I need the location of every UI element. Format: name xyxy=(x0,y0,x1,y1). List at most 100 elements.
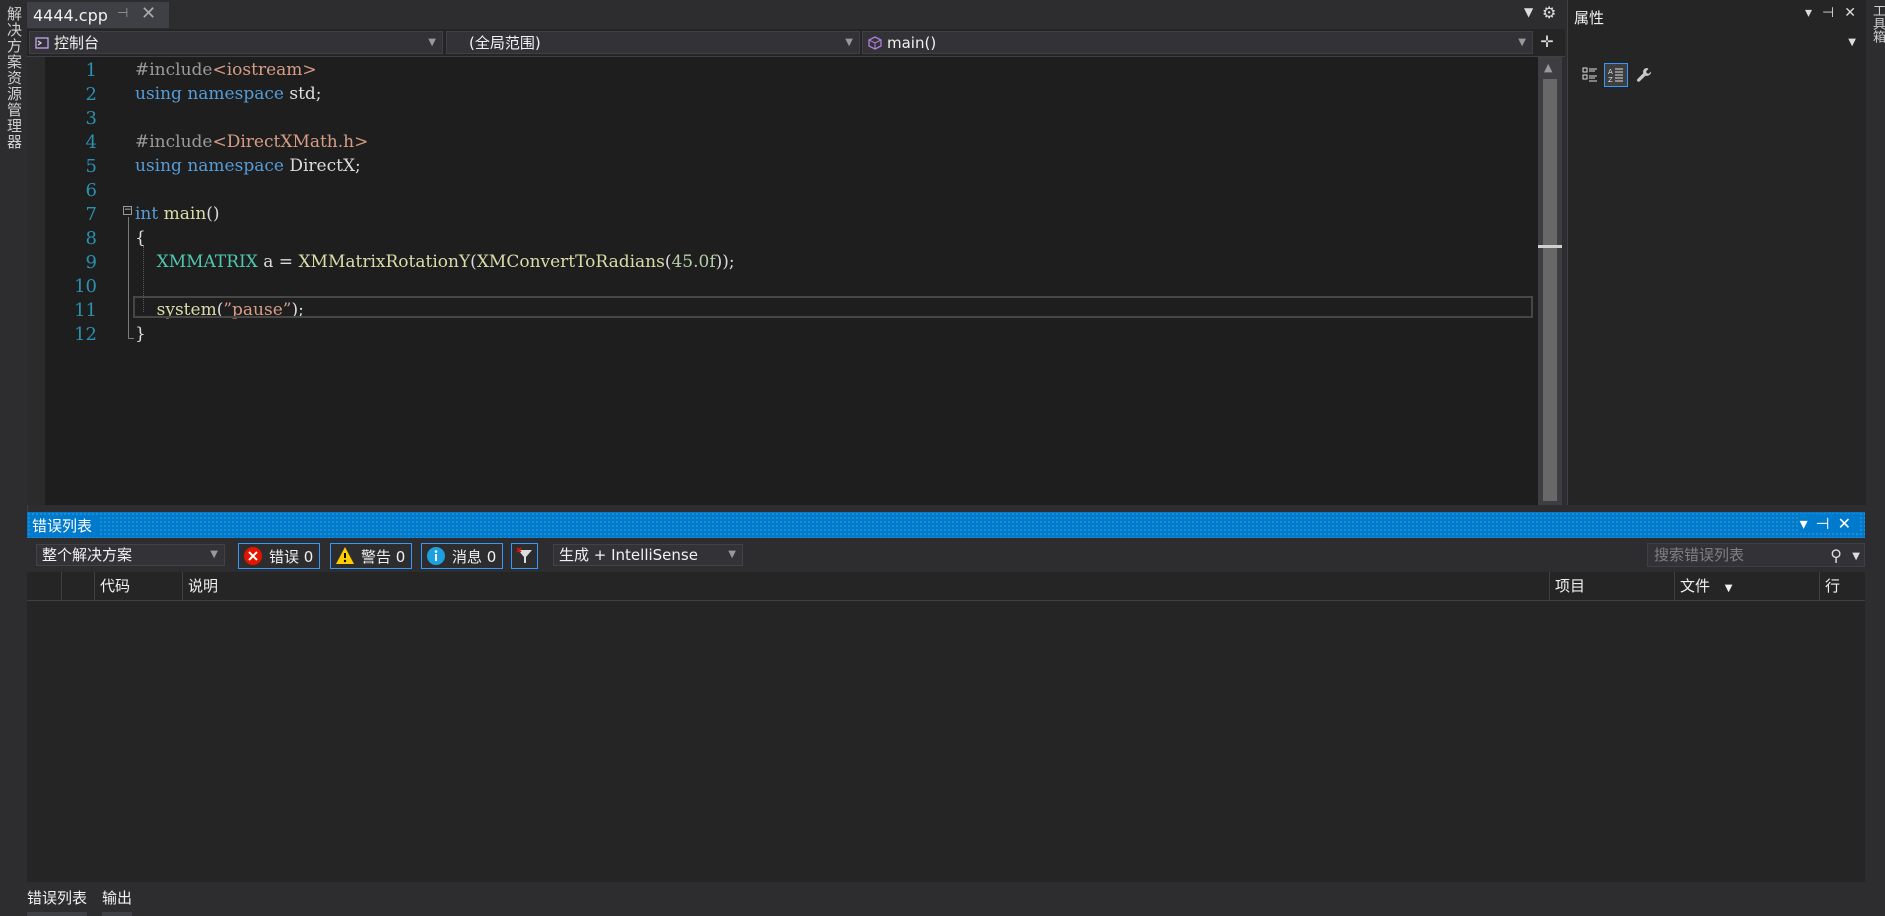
document-tab[interactable]: 4444.cpp ⊣ ✕ xyxy=(27,2,169,28)
line-number: 3 xyxy=(85,108,97,129)
code-token: XMMATRIX xyxy=(156,252,258,272)
error-list-header[interactable]: 错误列表 ▾⊣✕ xyxy=(27,512,1865,538)
code-line[interactable]: using namespace DirectX; xyxy=(135,156,361,176)
filter-icon xyxy=(515,547,532,563)
project-combo[interactable]: 控制台 ▼ xyxy=(29,31,443,54)
error-list-title: 错误列表 xyxy=(32,515,99,536)
code-token: #include xyxy=(135,60,213,80)
filter-button[interactable] xyxy=(511,543,538,569)
error-list-window-controls[interactable]: ▾⊣✕ xyxy=(1799,514,1859,533)
warnings-filter-button[interactable]: 警告 0 xyxy=(330,543,413,569)
column-header-code[interactable]: 代码 xyxy=(94,572,182,600)
editor-indicator-margin xyxy=(27,57,45,505)
error-list-column-headers: 代码 说明 项目 文件 ▼ 行 xyxy=(27,572,1865,601)
code-line[interactable]: int main() xyxy=(135,204,220,224)
code-token: () xyxy=(206,204,220,224)
code-token: std; xyxy=(283,84,322,104)
code-line[interactable]: } xyxy=(135,324,146,344)
svg-text:Z: Z xyxy=(1608,76,1613,84)
error-list-toolbar: 整个解决方案 ▼ 错误 0 警告 0 消息 0 生成 + IntelliSens… xyxy=(27,538,1865,572)
scope-filter-combo[interactable]: 整个解决方案 ▼ xyxy=(36,544,225,566)
indent-guide xyxy=(143,246,144,312)
line-number: 8 xyxy=(85,228,97,249)
column-header-file[interactable]: 文件 ▼ xyxy=(1674,572,1819,600)
pin-icon[interactable]: ⊣ xyxy=(117,6,128,21)
close-icon[interactable]: ✕ xyxy=(141,3,156,24)
messages-count-label: 消息 0 xyxy=(452,547,497,566)
source-filter-combo[interactable]: 生成 + IntelliSense ▼ xyxy=(553,544,743,566)
toolbox-strip[interactable]: 工具箱 xyxy=(1866,0,1885,915)
wrench-icon xyxy=(1637,68,1652,82)
column-header-project[interactable]: 项目 xyxy=(1549,572,1674,600)
panel-window-controls[interactable]: ▾⊣✕ xyxy=(1805,5,1866,21)
scope-combo[interactable]: (全局范围) ▼ xyxy=(446,31,860,54)
code-token: <iostream> xyxy=(212,60,317,80)
error-list-table[interactable]: 代码 说明 项目 文件 ▼ 行 xyxy=(27,572,1865,882)
scrollbar-thumb[interactable] xyxy=(1543,79,1557,501)
errors-count-label: 错误 0 xyxy=(269,547,314,566)
editor-vertical-scrollbar[interactable]: ▲ xyxy=(1538,57,1562,505)
column-header-file-label: 文件 xyxy=(1680,577,1711,595)
line-number: 9 xyxy=(85,252,97,273)
tab-output[interactable]: 输出 xyxy=(102,887,132,916)
property-pages-button[interactable] xyxy=(1632,63,1656,87)
toolbox-tab[interactable]: 工具箱 xyxy=(1868,4,1885,43)
properties-panel: 属性 ▾⊣✕ ▼ AZ xyxy=(1567,0,1866,505)
alphabetical-view-button[interactable]: AZ xyxy=(1604,63,1628,87)
error-list-search[interactable]: 搜索错误列表 ⚲ ▼ xyxy=(1647,543,1865,567)
bottom-panel-tabs: 错误列表 输出 xyxy=(27,882,1865,916)
line-number: 10 xyxy=(74,276,97,297)
column-header-type[interactable] xyxy=(61,572,94,600)
code-line[interactable]: #include<DirectXMath.h> xyxy=(135,132,368,152)
line-number: 4 xyxy=(85,132,97,153)
tab-error-list-label: 错误列表 xyxy=(27,889,88,907)
column-header-description[interactable]: 说明 xyxy=(182,572,1549,600)
collapse-toggle-icon[interactable]: − xyxy=(123,206,132,215)
messages-filter-button[interactable]: 消息 0 xyxy=(421,543,504,569)
error-icon xyxy=(244,547,262,565)
method-icon xyxy=(868,35,882,50)
solution-explorer-strip[interactable]: 解决方案资源管理器 xyxy=(0,0,28,915)
code-line[interactable]: using namespace std; xyxy=(135,84,322,104)
code-token: #include xyxy=(135,132,213,152)
tab-list-dropdown-icon[interactable]: ▼ xyxy=(1524,5,1533,19)
gear-icon[interactable]: ⚙ xyxy=(1542,3,1556,22)
code-line[interactable]: XMMATRIX a = XMMatrixRotationY(XMConvert… xyxy=(135,252,735,272)
source-filter-label: 生成 + IntelliSense xyxy=(559,546,698,564)
caret-position-marker xyxy=(1538,245,1562,248)
svg-text:A: A xyxy=(1608,68,1613,76)
properties-object-combo[interactable]: ▼ xyxy=(1570,31,1864,55)
code-line[interactable]: #include<iostream> xyxy=(135,60,317,80)
scroll-up-icon[interactable]: ▲ xyxy=(1544,61,1552,74)
code-editor[interactable] xyxy=(27,57,1538,505)
line-number: 6 xyxy=(85,180,97,201)
column-header-blank[interactable] xyxy=(27,572,61,600)
alphabetical-icon: AZ xyxy=(1608,68,1623,84)
code-token: <DirectXMath.h> xyxy=(212,132,369,152)
search-options-icon[interactable]: ▼ xyxy=(1852,546,1860,568)
search-icon[interactable]: ⚲ xyxy=(1830,545,1842,567)
line-number: 2 xyxy=(85,84,97,105)
tab-indicator xyxy=(102,912,132,916)
column-header-line[interactable]: 行 xyxy=(1819,572,1865,600)
navigation-bar: 控制台 ▼ (全局范围) ▼ main() ▼ ✛ xyxy=(27,29,1565,57)
search-placeholder: 搜索错误列表 xyxy=(1654,546,1745,564)
properties-title: 属性 xyxy=(1574,9,1605,27)
code-line[interactable]: { xyxy=(135,228,146,248)
scope-filter-label: 整个解决方案 xyxy=(42,546,133,564)
outline-fold-line xyxy=(128,217,129,339)
code-token: DirectX; xyxy=(283,156,361,176)
warnings-count-label: 警告 0 xyxy=(361,547,406,566)
chevron-down-icon: ▼ xyxy=(1848,37,1856,48)
warning-icon xyxy=(336,547,354,564)
solution-explorer-tab[interactable]: 解决方案资源管理器 xyxy=(4,6,25,150)
split-window-icon[interactable]: ✛ xyxy=(1536,32,1558,53)
chevron-down-icon: ▼ xyxy=(845,37,853,48)
chevron-down-icon: ▼ xyxy=(428,37,436,48)
categorized-view-button[interactable] xyxy=(1578,63,1602,87)
member-combo[interactable]: main() ▼ xyxy=(862,31,1533,54)
tab-error-list[interactable]: 错误列表 xyxy=(27,887,88,916)
code-token: 45.0f xyxy=(671,252,716,272)
document-tab-row: 4444.cpp ⊣ ✕ ▼ ⚙ xyxy=(27,0,1565,29)
errors-filter-button[interactable]: 错误 0 xyxy=(238,543,321,569)
